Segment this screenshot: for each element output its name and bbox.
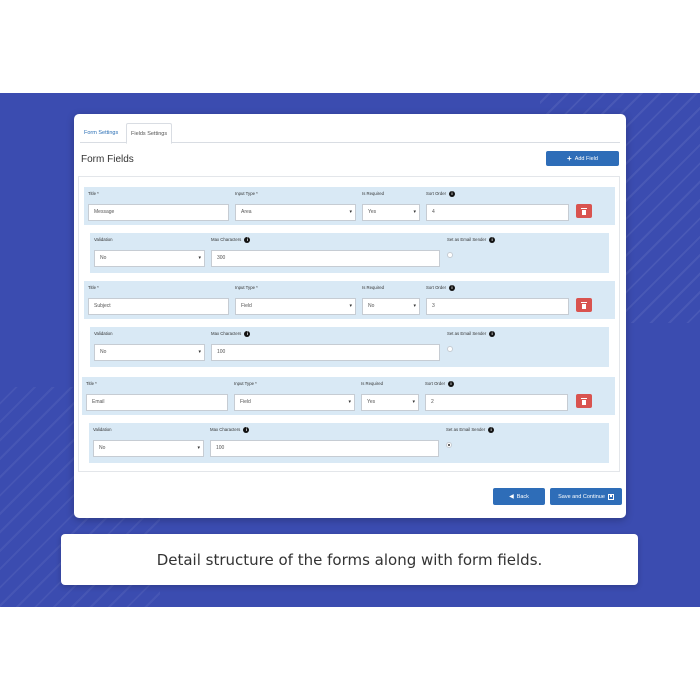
is-required-select[interactable]: No bbox=[362, 298, 420, 315]
email-sender-label: Set as Email Sender i bbox=[447, 237, 496, 243]
input-type-select[interactable]: Area bbox=[235, 204, 356, 221]
validation-label: Validation bbox=[94, 331, 113, 336]
title-input[interactable]: Email bbox=[86, 394, 228, 411]
input-type-label: Input Type * bbox=[234, 381, 257, 386]
tab-fields-settings[interactable]: Fields Settings bbox=[126, 123, 173, 144]
delete-field-button[interactable] bbox=[576, 298, 592, 312]
fields-container: Title * Input Type * Is Required Sort Or… bbox=[78, 176, 620, 472]
screenshot-stage: Form Settings Fields Settings Form Field… bbox=[0, 0, 700, 700]
field-row: Title * Input Type * Is Required Sort Or… bbox=[84, 281, 615, 319]
email-sender-radio[interactable] bbox=[446, 442, 452, 448]
title-label: Title * bbox=[86, 381, 97, 386]
input-type-label: Input Type * bbox=[235, 191, 258, 196]
sort-order-input[interactable]: 3 bbox=[426, 298, 569, 315]
sort-order-label: Sort Order i bbox=[426, 191, 456, 197]
sort-order-input[interactable]: 2 bbox=[425, 394, 568, 411]
form-fields-window: Form Settings Fields Settings Form Field… bbox=[74, 114, 626, 518]
max-characters-label: Max Characters i bbox=[211, 331, 251, 337]
delete-field-button[interactable] bbox=[576, 204, 592, 218]
info-icon: i bbox=[448, 381, 455, 387]
trash-icon bbox=[581, 397, 587, 405]
title-input[interactable]: Subject bbox=[88, 298, 229, 315]
field-row: Title * Input Type * Is Required Sort Or… bbox=[82, 377, 615, 415]
info-icon: i bbox=[449, 285, 456, 291]
delete-field-button[interactable] bbox=[576, 394, 592, 408]
trash-icon bbox=[581, 207, 587, 215]
save-and-continue-button[interactable]: Save and Continue bbox=[550, 488, 622, 505]
is-required-label: Is Required bbox=[362, 285, 384, 290]
max-characters-label: Max Characters i bbox=[211, 237, 251, 243]
title-input[interactable]: Message bbox=[88, 204, 229, 221]
is-required-label: Is Required bbox=[362, 191, 384, 196]
save-icon bbox=[607, 493, 614, 500]
input-type-label: Input Type * bbox=[235, 285, 258, 290]
back-label: Back bbox=[516, 493, 529, 500]
sort-order-input[interactable]: 4 bbox=[426, 204, 569, 221]
chevron-left-icon: ◀ bbox=[509, 493, 514, 500]
is-required-select[interactable]: Yes bbox=[362, 204, 420, 221]
caption-text: Detail structure of the forms along with… bbox=[156, 550, 543, 569]
email-sender-radio[interactable] bbox=[447, 252, 453, 258]
field-row: Title * Input Type * Is Required Sort Or… bbox=[84, 187, 615, 225]
max-characters-input[interactable]: 100 bbox=[210, 440, 439, 457]
input-type-select[interactable]: Field bbox=[235, 298, 356, 315]
is-required-label: Is Required bbox=[361, 381, 383, 386]
add-field-label: Add Field bbox=[574, 155, 598, 162]
trash-icon bbox=[581, 301, 587, 309]
info-icon: i bbox=[244, 331, 251, 337]
sort-order-label: Sort Order i bbox=[426, 285, 456, 291]
title-label: Title * bbox=[88, 285, 99, 290]
plus-icon: + bbox=[567, 153, 572, 163]
title-label: Title * bbox=[88, 191, 99, 196]
validation-row: Validation Max Characters i Set as Email … bbox=[90, 327, 609, 367]
validation-row: Validation Max Characters i Set as Email … bbox=[89, 423, 609, 463]
info-icon: i bbox=[449, 191, 456, 197]
info-icon: i bbox=[244, 237, 251, 243]
validation-select[interactable]: No bbox=[94, 344, 205, 361]
tab-bar: Form Settings Fields Settings bbox=[80, 123, 620, 144]
validation-row: Validation Max Characters i Set as Email … bbox=[90, 233, 609, 273]
validation-label: Validation bbox=[94, 237, 113, 242]
add-field-button[interactable]: + Add Field bbox=[546, 151, 619, 166]
validation-select[interactable]: No bbox=[93, 440, 204, 457]
save-label: Save and Continue bbox=[558, 493, 605, 500]
validation-select[interactable]: No bbox=[94, 250, 205, 267]
email-sender-label: Set as Email Sender i bbox=[447, 331, 496, 337]
page-title: Form Fields bbox=[81, 154, 134, 165]
info-icon: i bbox=[489, 237, 496, 243]
max-characters-input[interactable]: 300 bbox=[211, 250, 440, 267]
info-icon: i bbox=[489, 331, 496, 337]
max-characters-input[interactable]: 100 bbox=[211, 344, 440, 361]
sort-order-label: Sort Order i bbox=[425, 381, 455, 387]
email-sender-label: Set as Email Sender i bbox=[446, 427, 495, 433]
validation-label: Validation bbox=[93, 427, 112, 432]
is-required-select[interactable]: Yes bbox=[361, 394, 419, 411]
back-button[interactable]: ◀ Back bbox=[493, 488, 545, 505]
input-type-select[interactable]: Field bbox=[234, 394, 355, 411]
caption-card: Detail structure of the forms along with… bbox=[61, 534, 638, 585]
email-sender-radio[interactable] bbox=[447, 346, 453, 352]
info-icon: i bbox=[488, 427, 495, 433]
info-icon: i bbox=[243, 427, 250, 433]
tab-form-settings[interactable]: Form Settings bbox=[80, 123, 122, 143]
max-characters-label: Max Characters i bbox=[210, 427, 250, 433]
